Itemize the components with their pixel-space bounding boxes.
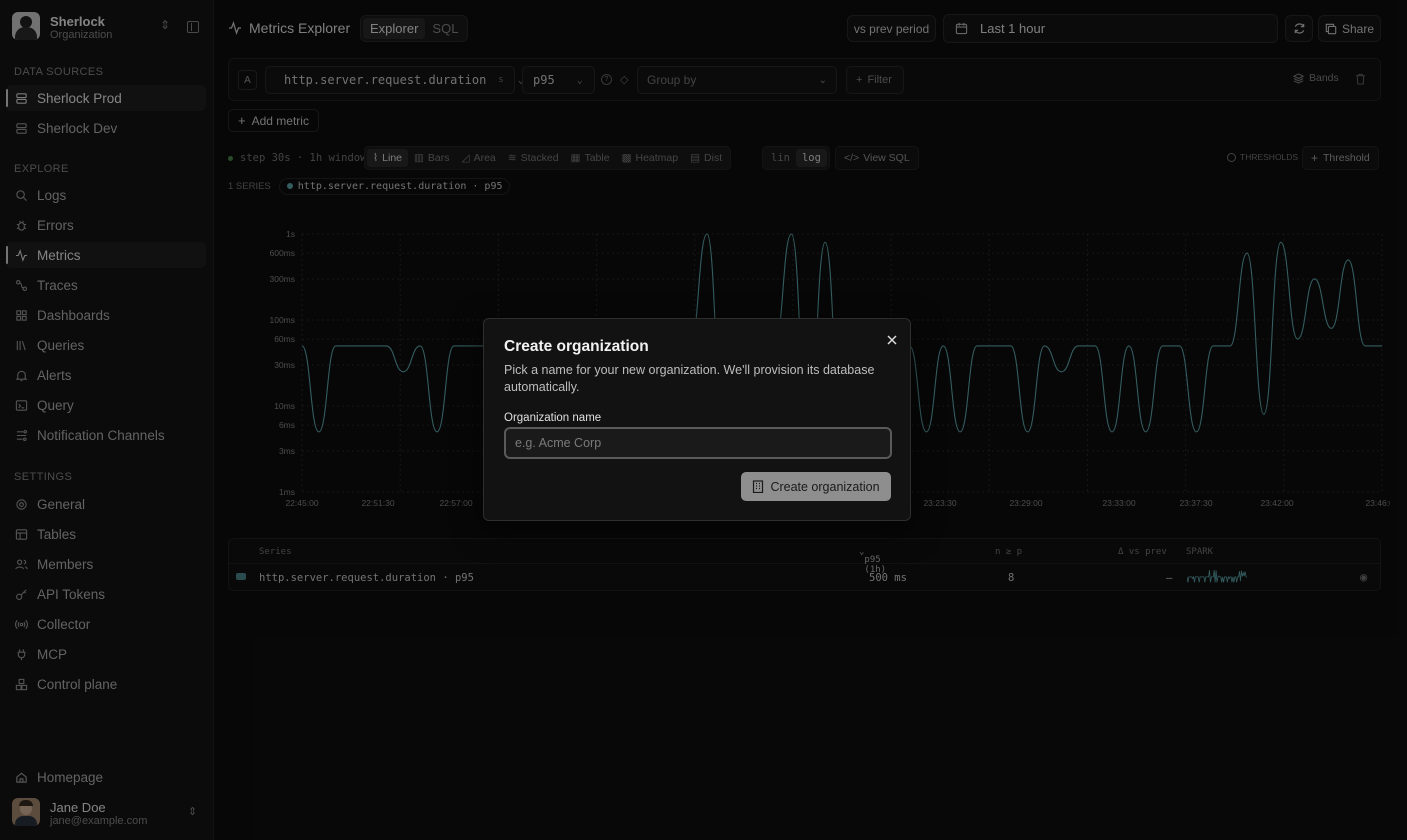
organization-name-input[interactable] xyxy=(504,427,892,459)
create-organization-dialog: Create organization Pick a name for your… xyxy=(483,318,911,521)
close-icon[interactable] xyxy=(885,333,899,347)
organization-name-label: Organization name xyxy=(504,412,602,424)
create-organization-label: Create organization xyxy=(770,479,880,494)
building-icon xyxy=(753,480,764,493)
dialog-title: Create organization xyxy=(504,338,649,355)
create-organization-button[interactable]: Create organization xyxy=(741,472,891,501)
dialog-description: Pick a name for your new organization. W… xyxy=(504,363,875,394)
